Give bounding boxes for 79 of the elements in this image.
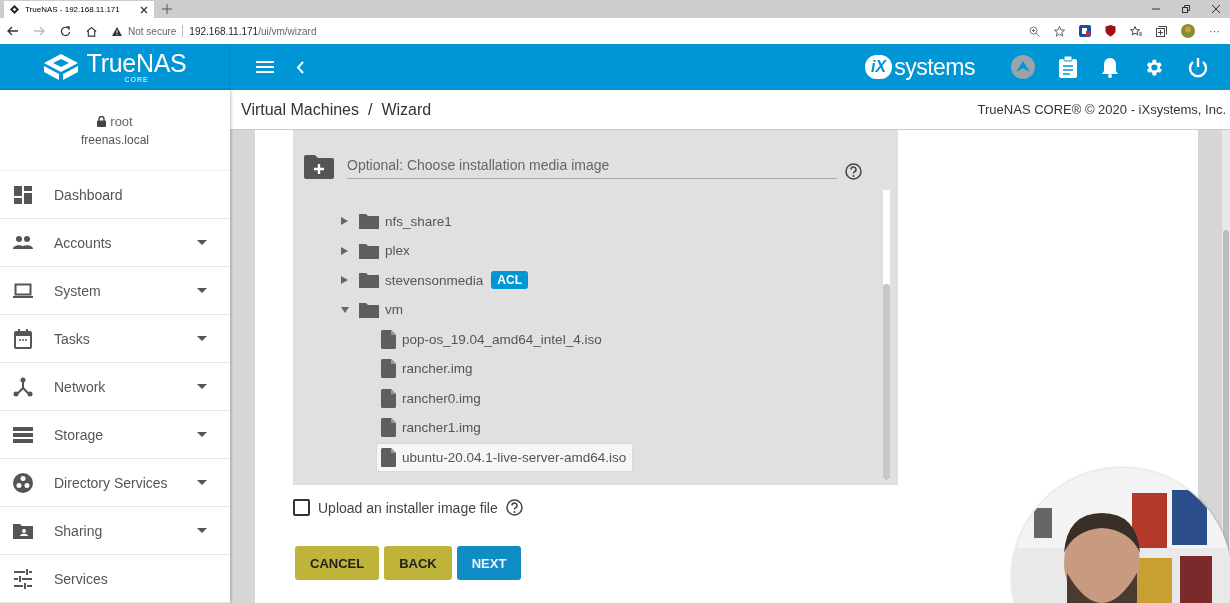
folder-icon bbox=[359, 272, 379, 289]
bell-icon[interactable] bbox=[1101, 56, 1119, 78]
home-icon[interactable] bbox=[85, 25, 97, 37]
acl-badge: ACL bbox=[491, 271, 528, 290]
calendar-icon bbox=[13, 328, 33, 349]
nav-item[interactable]: Tasks bbox=[0, 315, 230, 363]
menu-icon[interactable] bbox=[256, 60, 274, 74]
collections-icon[interactable] bbox=[1156, 25, 1167, 37]
nav-item[interactable]: Storage bbox=[0, 411, 230, 459]
collapse-icon[interactable] bbox=[296, 60, 304, 74]
tree-item[interactable]: rancher1.img bbox=[377, 414, 487, 442]
logo-icon bbox=[42, 53, 79, 81]
help-icon[interactable] bbox=[845, 163, 862, 181]
avatar-icon[interactable] bbox=[1181, 24, 1195, 38]
folder-icon bbox=[359, 301, 379, 318]
username: root bbox=[110, 113, 133, 129]
lock-icon bbox=[97, 115, 107, 127]
close-icon[interactable] bbox=[1212, 5, 1220, 13]
folder-icon bbox=[359, 213, 379, 230]
folder-add-icon[interactable] bbox=[304, 154, 334, 179]
nav-item[interactable]: Directory Services bbox=[0, 459, 230, 507]
nav-item[interactable]: Dashboard bbox=[0, 171, 230, 219]
close-icon[interactable] bbox=[140, 5, 148, 14]
logo-icon bbox=[10, 5, 19, 14]
zoom-icon[interactable] bbox=[1029, 25, 1040, 37]
folder-icon bbox=[359, 242, 379, 259]
file-icon bbox=[381, 418, 396, 438]
circles-icon bbox=[13, 472, 33, 493]
extension-icon[interactable] bbox=[1079, 25, 1091, 37]
nav-item[interactable]: Sharing bbox=[0, 507, 230, 555]
tree-item[interactable]: rancher0.img bbox=[377, 384, 487, 412]
file-icon bbox=[381, 447, 396, 467]
tree-item[interactable]: plex bbox=[355, 238, 416, 263]
favorites-icon[interactable] bbox=[1130, 25, 1142, 37]
expand-arrow-icon[interactable] bbox=[341, 246, 348, 255]
network-icon bbox=[13, 376, 33, 397]
dashboard-icon bbox=[13, 184, 33, 205]
expand-arrow-icon[interactable] bbox=[341, 217, 348, 226]
clipboard-icon[interactable] bbox=[1059, 56, 1077, 78]
restore-icon[interactable] bbox=[1182, 5, 1190, 13]
security-label: Not secure bbox=[128, 25, 177, 37]
brand-mark: iX bbox=[865, 55, 893, 79]
secondary-button[interactable]: CANCEL bbox=[295, 546, 380, 580]
breadcrumb-item[interactable]: Wizard bbox=[381, 100, 432, 119]
media-input-field[interactable]: Optional: Choose installation media image bbox=[347, 154, 837, 179]
list-icon bbox=[13, 424, 33, 445]
expand-arrow-icon[interactable] bbox=[341, 276, 348, 285]
power-icon[interactable] bbox=[1188, 56, 1208, 78]
scrollbar[interactable] bbox=[883, 190, 890, 480]
tree-item[interactable]: nfs_share1 bbox=[355, 209, 458, 234]
more-button[interactable]: ··· bbox=[1209, 25, 1220, 37]
browser-tab[interactable]: TrueNAS - 192.168.11.171 bbox=[4, 1, 154, 18]
hostname: freenas.local bbox=[80, 132, 149, 147]
tree-item[interactable]: rancher.img bbox=[377, 355, 479, 383]
brand-text: systems bbox=[894, 53, 975, 81]
file-icon bbox=[381, 329, 396, 349]
tree-item[interactable]: pop-os_19.04_amd64_intel_4.iso bbox=[377, 325, 608, 353]
back-icon[interactable] bbox=[7, 26, 19, 36]
copyright-text: TrueNAS CORE® © 2020 - iXsystems, Inc. bbox=[977, 102, 1226, 117]
star-icon[interactable] bbox=[1054, 25, 1065, 37]
collapse-arrow-icon[interactable] bbox=[341, 306, 349, 314]
minimize-icon[interactable] bbox=[1152, 5, 1160, 13]
file-icon bbox=[381, 359, 396, 379]
reload-icon[interactable] bbox=[59, 25, 71, 37]
sliders-icon bbox=[13, 568, 33, 589]
logo-text: TrueNAS bbox=[86, 51, 187, 76]
breadcrumb-separator: / bbox=[368, 100, 373, 119]
new-tab-icon[interactable] bbox=[162, 4, 172, 14]
help-icon[interactable] bbox=[505, 499, 523, 516]
tree-item[interactable]: vm bbox=[355, 297, 409, 322]
file-icon bbox=[381, 388, 396, 408]
shield-icon[interactable] bbox=[1105, 25, 1116, 37]
tree-item[interactable]: stevensonmedia bbox=[355, 268, 490, 293]
checkbox[interactable] bbox=[293, 499, 310, 516]
tree-item[interactable]: ubuntu-20.04.1-live-server-amd64.iso bbox=[377, 443, 633, 471]
secondary-button[interactable]: BACK bbox=[384, 546, 452, 580]
breadcrumb-item[interactable]: Virtual Machines bbox=[241, 100, 359, 119]
checkbox-label: Upload an installer image file bbox=[318, 499, 498, 516]
url-field[interactable]: 192.168.11.171/ui/vm/wizard bbox=[189, 25, 317, 37]
